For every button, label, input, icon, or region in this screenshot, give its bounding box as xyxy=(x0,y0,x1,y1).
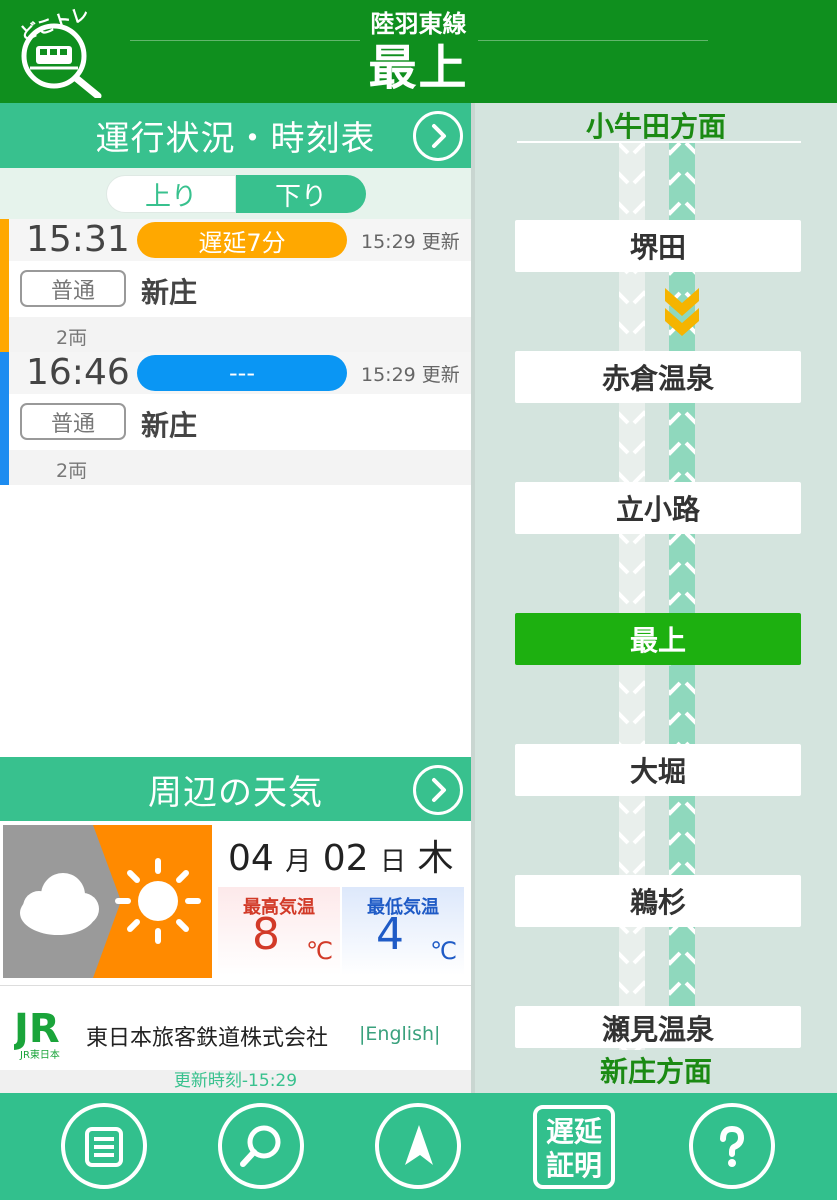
station-item[interactable]: 立小路 xyxy=(515,482,801,534)
station-item[interactable]: 大堀 xyxy=(515,744,801,796)
weather-header[interactable]: 周辺の天気 xyxy=(0,757,471,822)
delay-cert-line1: 遅延 xyxy=(545,1115,602,1148)
search-button[interactable] xyxy=(218,1103,304,1189)
tab-up[interactable]: 上り xyxy=(106,175,236,213)
jr-logo-sub: JR東日本 xyxy=(19,1048,60,1061)
timetable-header[interactable]: 運行状況・時刻表 xyxy=(0,103,471,168)
weather-weekday: 木 xyxy=(417,838,454,879)
train-row[interactable]: 15:31 遅延7分 15:29 更新 普通 新庄 2両 xyxy=(0,219,471,352)
navigate-icon xyxy=(405,1125,433,1165)
train-destination: 新庄 xyxy=(141,276,198,309)
menu-icon xyxy=(85,1127,123,1167)
timetable-title: 運行状況・時刻表 xyxy=(95,119,376,159)
bottom-toolbar: 遅延 証明 xyxy=(0,1093,837,1200)
high-temp-unit: ℃ xyxy=(306,937,333,965)
delay-certificate-button[interactable]: 遅延 証明 xyxy=(533,1105,615,1189)
app-root: どこトレ 陸羽東線 最上 運行状況・時刻表 上り 下り 15:31 遅延7分 1… xyxy=(0,0,837,1200)
tab-down[interactable]: 下り xyxy=(236,175,366,213)
train-cars: 2両 xyxy=(56,460,88,482)
weather-chevron-right-icon[interactable] xyxy=(413,765,463,815)
help-icon xyxy=(720,1125,745,1167)
company-name: 東日本旅客鉄道株式会社 xyxy=(86,1026,329,1051)
station-item[interactable]: 堺田 xyxy=(515,220,801,272)
train-status-bar xyxy=(0,352,9,485)
direction-top: 小牛田方面 xyxy=(585,110,726,143)
weather-day-unit: 日 xyxy=(380,847,407,877)
train-type-badge: 普通 xyxy=(20,270,126,307)
weather-month: 04 xyxy=(228,838,274,879)
weather-forecast-image xyxy=(3,825,212,978)
weather-month-unit: 月 xyxy=(285,847,312,877)
help-button[interactable] xyxy=(689,1103,775,1189)
weather-title: 周辺の天気 xyxy=(148,773,323,813)
train-time: 16:46 xyxy=(26,352,130,393)
train-updated: 15:29 更新 xyxy=(361,364,460,386)
station-item-current[interactable]: 最上 xyxy=(515,613,801,665)
train-status-badge: 遅延7分 xyxy=(137,222,347,258)
train-updated: 15:29 更新 xyxy=(361,231,460,253)
train-cars: 2両 xyxy=(56,327,88,349)
station-title: 最上 xyxy=(368,40,469,96)
train-time: 15:31 xyxy=(26,219,130,260)
train-row[interactable]: 16:46 --- 15:29 更新 普通 新庄 2両 xyxy=(0,352,471,485)
station-item[interactable]: 鵜杉 xyxy=(515,875,801,927)
station-item[interactable]: 赤倉温泉 xyxy=(515,351,801,403)
low-temp-value: 4 xyxy=(376,909,404,960)
train-destination: 新庄 xyxy=(141,409,198,442)
weather-date: 04 月 02 日 木 xyxy=(228,829,453,881)
sun-icon xyxy=(115,858,201,944)
high-temp-box: 最高気温 8 ℃ xyxy=(218,887,340,975)
english-link[interactable]: |English| xyxy=(359,1023,440,1045)
direction-bottom: 新庄方面 xyxy=(475,1050,837,1093)
route-map: 小牛田方面 堺田 赤倉温泉 立小路 最上 大堀 鵜杉 瀬見温泉 新庄方面 xyxy=(471,103,837,1093)
low-temp-unit: ℃ xyxy=(430,937,457,965)
jr-logo-text: JR xyxy=(14,1006,60,1052)
header: どこトレ 陸羽東線 最上 xyxy=(0,0,837,103)
jr-logo[interactable]: JR JR東日本 xyxy=(14,1006,78,1062)
train-type-badge: 普通 xyxy=(20,403,126,440)
high-temp-value: 8 xyxy=(252,909,280,960)
delay-cert-line2: 証明 xyxy=(545,1149,602,1182)
left-panel: 運行状況・時刻表 上り 下り 15:31 遅延7分 15:29 更新 普通 新庄… xyxy=(0,103,471,1093)
low-temp-box: 最低気温 4 ℃ xyxy=(342,887,464,975)
direction-tabs: 上り 下り xyxy=(0,168,471,219)
train-status-badge: --- xyxy=(137,355,347,391)
search-icon xyxy=(240,1125,281,1167)
timetable-chevron-right-icon[interactable] xyxy=(413,111,463,161)
station-item[interactable]: 瀬見温泉 xyxy=(515,1006,801,1048)
weather-panel: 04 月 02 日 木 最高気温 8 ℃ 最低気温 4 ℃ xyxy=(0,821,471,981)
update-time: 更新時刻-15:29 xyxy=(0,1070,471,1093)
train-status-bar xyxy=(0,219,9,352)
weather-day: 02 xyxy=(322,838,369,879)
navigate-button[interactable] xyxy=(375,1103,461,1189)
menu-button[interactable] xyxy=(61,1103,147,1189)
company-bar: JR JR東日本 東日本旅客鉄道株式会社 |English| xyxy=(0,985,471,1070)
